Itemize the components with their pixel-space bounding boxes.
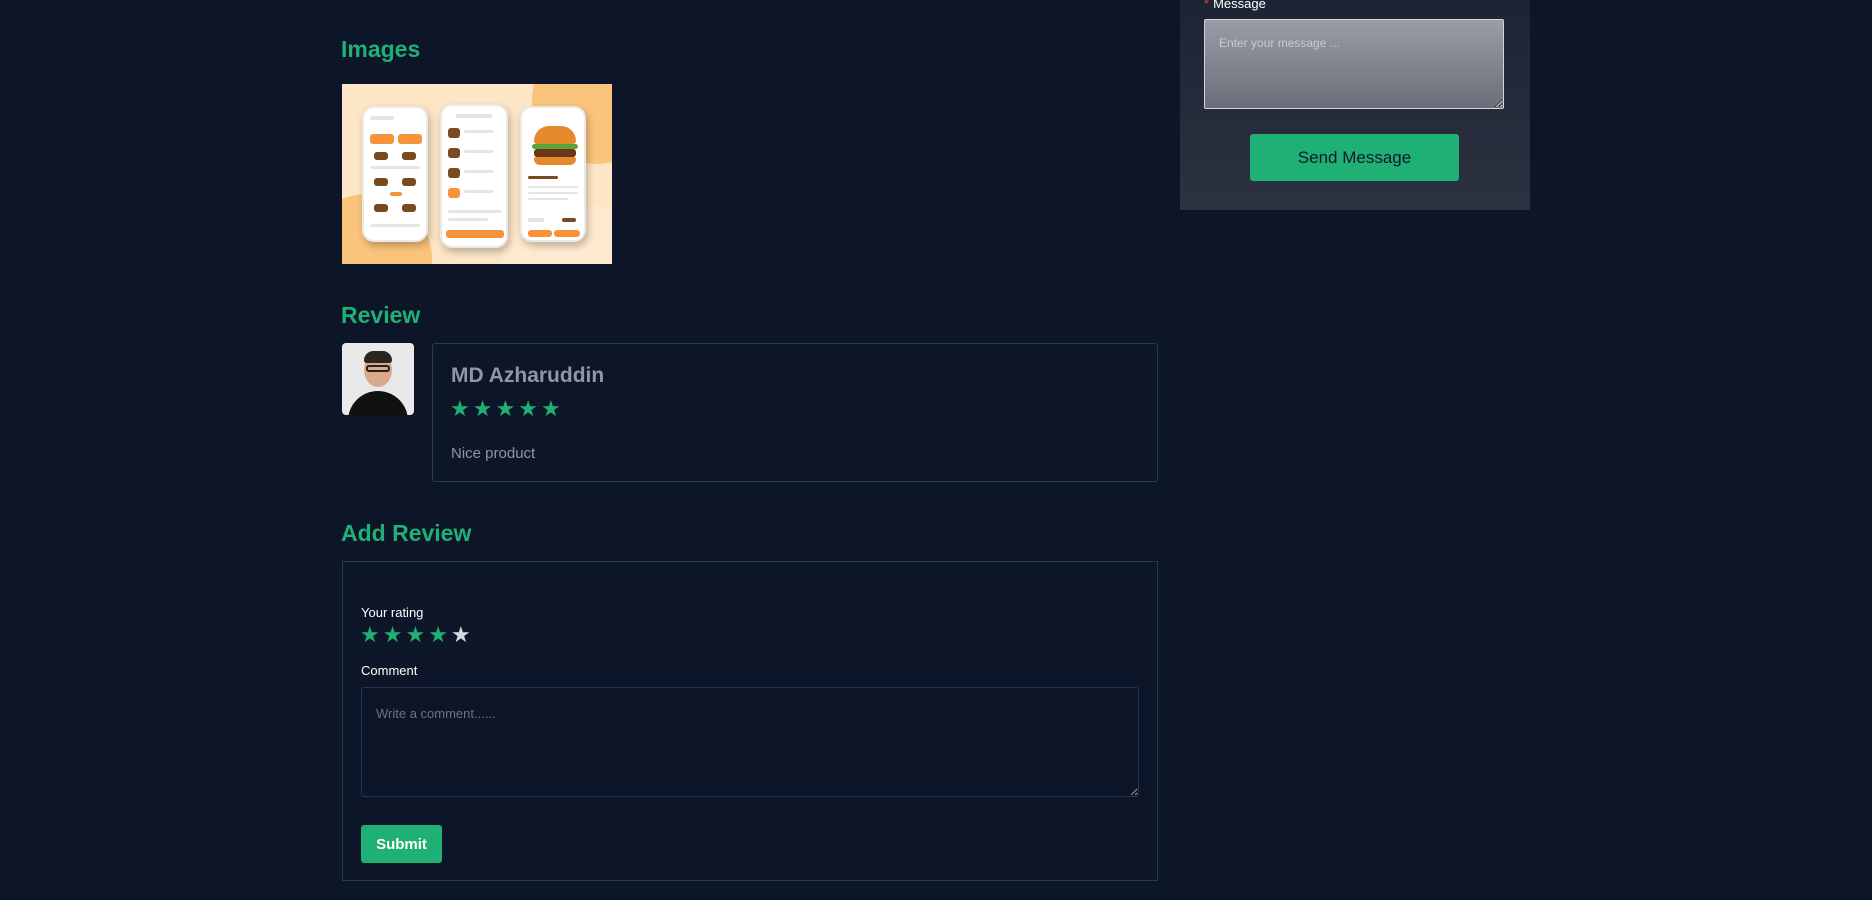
contact-panel: *Message Send Message (1180, 0, 1530, 210)
star-icon[interactable]: ★ (451, 624, 471, 646)
review-rating-stars: ★ ★ ★ ★ ★ (450, 398, 561, 420)
review-section-title: Review (341, 302, 421, 328)
star-icon[interactable]: ★ (405, 624, 425, 646)
send-message-button[interactable]: Send Message (1250, 134, 1459, 181)
star-icon[interactable]: ★ (428, 624, 448, 646)
message-input[interactable] (1204, 19, 1504, 109)
product-image[interactable] (342, 84, 612, 264)
images-section-title: Images (341, 36, 421, 62)
phone-mockup-product (520, 106, 586, 242)
review-text: Nice product (451, 445, 536, 462)
rating-label: Your rating (361, 605, 424, 620)
phone-mockup-cart (440, 104, 508, 248)
rating-input-stars[interactable]: ★ ★ ★ ★ ★ (360, 624, 471, 646)
comment-label: Comment (361, 663, 418, 678)
add-review-section-title: Add Review (341, 520, 472, 546)
phone-mockup-menu (362, 106, 428, 242)
required-mark: * (1204, 0, 1210, 11)
message-label-text: Message (1213, 0, 1266, 11)
star-icon[interactable]: ★ (360, 624, 380, 646)
star-icon: ★ (495, 396, 516, 421)
star-icon: ★ (472, 396, 493, 421)
star-icon: ★ (450, 396, 470, 421)
review-card: MD Azharuddin ★ ★ ★ ★ ★ Nice product (432, 343, 1158, 482)
submit-button[interactable]: Submit (361, 825, 442, 863)
reviewer-name: MD Azharuddin (451, 364, 605, 387)
reviewer-avatar (342, 343, 414, 415)
comment-input[interactable] (361, 687, 1139, 797)
star-icon: ★ (540, 396, 561, 421)
star-icon[interactable]: ★ (383, 624, 403, 646)
message-label: * Message (1204, 0, 1266, 11)
star-icon: ★ (518, 396, 538, 421)
add-review-form: Your rating ★★★★★ Comment Submit (342, 561, 1158, 881)
